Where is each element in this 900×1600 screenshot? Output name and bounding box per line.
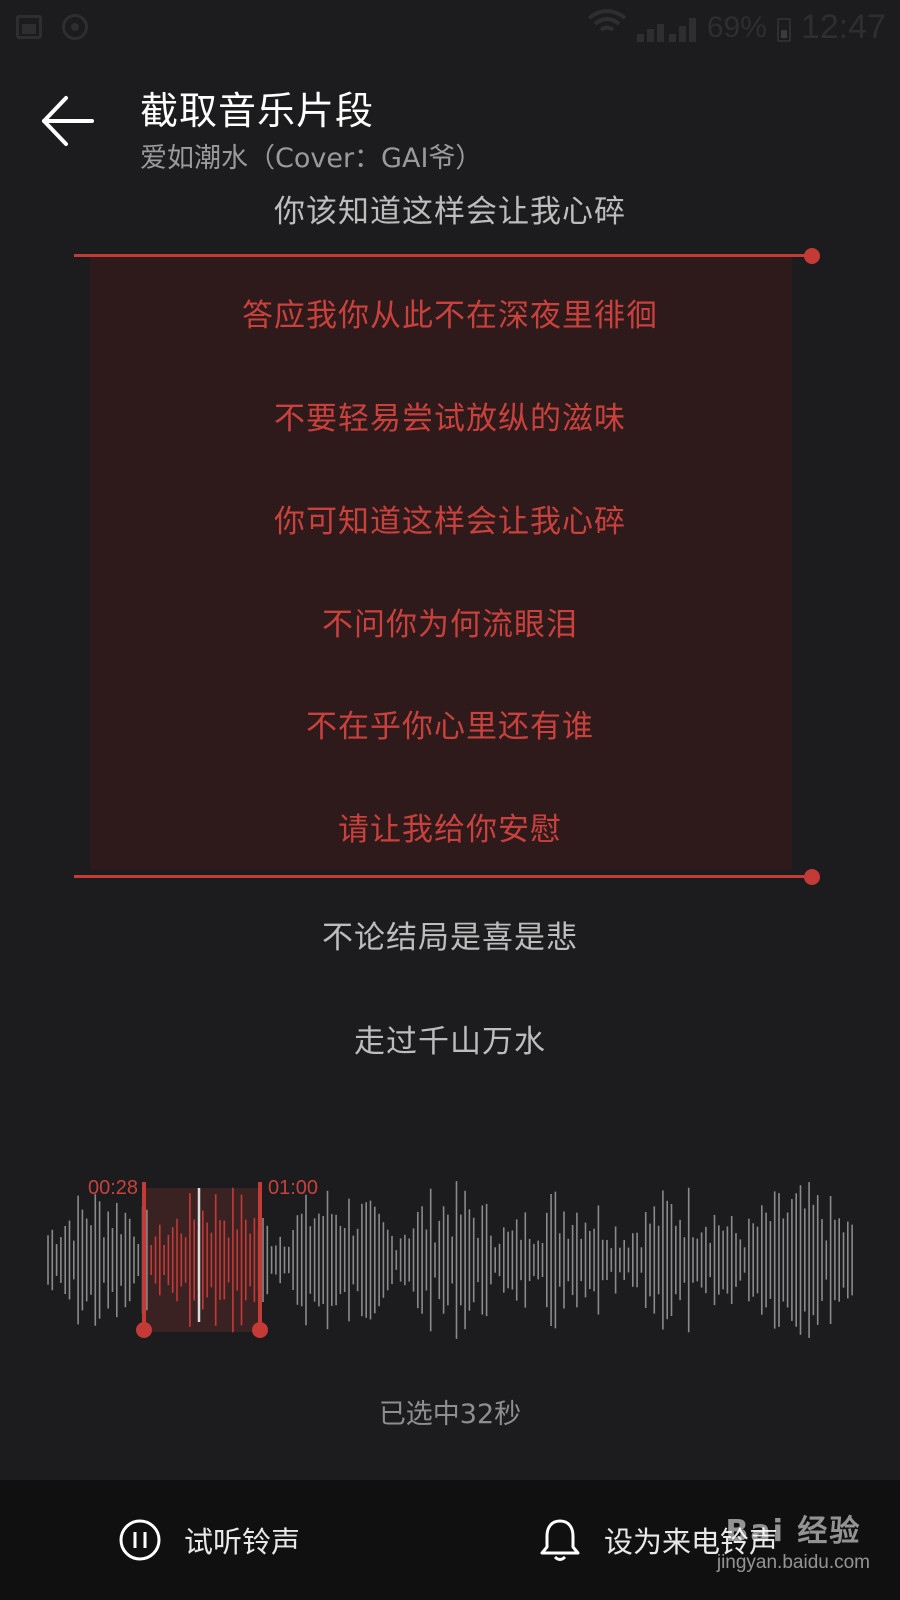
status-right: 69% 12:47	[587, 8, 886, 47]
status-bar: 69% 12:47	[0, 0, 900, 60]
selection-bottom-line	[74, 875, 812, 878]
clip-start-handle[interactable]	[136, 1322, 152, 1338]
preview-ringtone-button[interactable]: 试听铃声	[118, 1480, 300, 1600]
arrow-left-icon	[42, 96, 94, 146]
battery-icon	[776, 17, 791, 42]
lyric-line-after[interactable]: 不论结局是喜是悲	[0, 912, 900, 957]
selected-lyric-line[interactable]: 请让我给你安慰	[0, 804, 900, 849]
bell-icon	[540, 1519, 580, 1561]
lyric-selection-box[interactable]	[90, 256, 792, 870]
song-subtitle: 爱如潮水（Cover：GAI爷）	[140, 143, 483, 174]
clip-end-handle[interactable]	[252, 1322, 268, 1338]
waveform[interactable]	[44, 1160, 856, 1380]
selected-lyric-line[interactable]: 答应我你从此不在深夜里徘徊	[0, 290, 900, 335]
pause-circle-icon	[119, 1519, 161, 1561]
sync-notification-icon	[62, 14, 88, 40]
waveform-graphic[interactable]	[44, 1160, 856, 1380]
selection-top-handle[interactable]	[804, 248, 820, 264]
selected-lyric-line[interactable]: 不在乎你心里还有谁	[0, 701, 900, 746]
signal-icon	[636, 14, 697, 42]
clock: 12:47	[800, 8, 886, 46]
status-left	[16, 14, 88, 40]
selection-bottom-handle[interactable]	[804, 869, 820, 885]
selected-lyric-line[interactable]: 你可知道这样会让我心碎	[0, 496, 900, 541]
wifi-icon	[587, 8, 627, 47]
selected-lyric-line[interactable]: 不问你为何流眼泪	[0, 599, 900, 644]
gallery-notification-icon	[16, 15, 42, 39]
page-title: 截取音乐片段	[140, 89, 375, 133]
baidu-jingyan-watermark: Bai 经验 jingyan.baidu.com	[717, 1506, 870, 1574]
battery-percent: 69%	[706, 10, 767, 44]
watermark-brand: Bai 经验	[725, 1514, 862, 1549]
lyric-line-after[interactable]: 走过千山万水	[0, 1016, 900, 1061]
preview-ringtone-label: 试听铃声	[184, 1525, 301, 1559]
watermark-url: jingyan.baidu.com	[716, 1552, 870, 1573]
selected-lyric-line[interactable]: 不要轻易尝试放纵的滋味	[0, 393, 900, 438]
lyric-line-before[interactable]: 你该知道这样会让我心碎	[0, 186, 900, 231]
selected-duration: 已选中32秒	[378, 1399, 522, 1430]
back-button[interactable]	[36, 94, 100, 150]
selection-top-line	[74, 254, 812, 257]
header: 截取音乐片段 爱如潮水（Cover：GAI爷）	[0, 60, 900, 180]
